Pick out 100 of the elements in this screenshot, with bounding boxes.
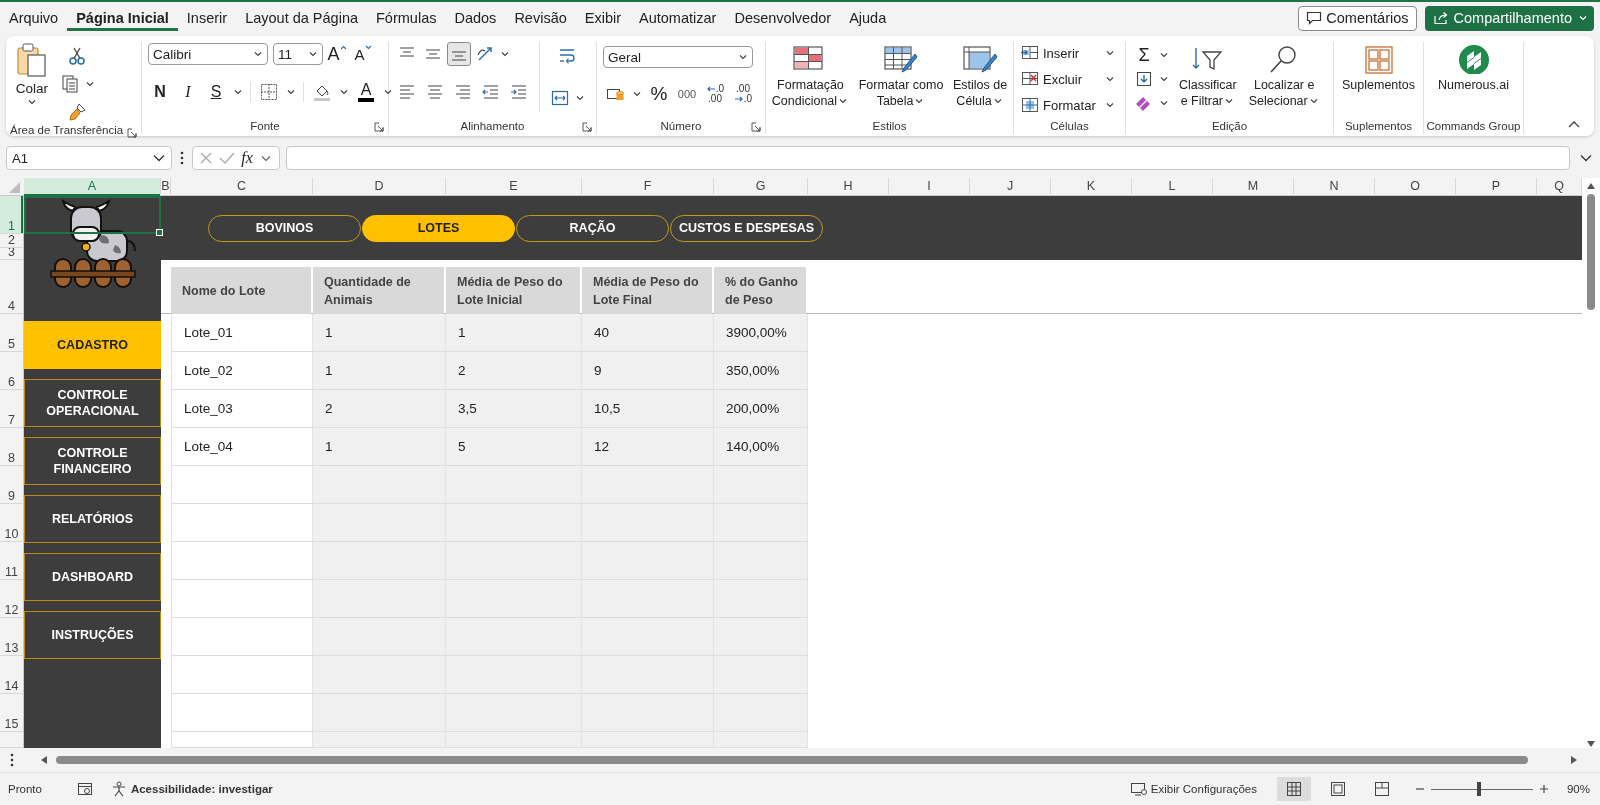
- percent-button[interactable]: %: [647, 82, 671, 106]
- menu-tab[interactable]: Página Inicial: [67, 5, 178, 31]
- macro-record-icon[interactable]: [76, 782, 93, 796]
- row-header[interactable]: 1: [0, 196, 24, 234]
- side-menu-button[interactable]: DASHBOARD: [24, 553, 161, 601]
- insert-function-button[interactable]: fx: [241, 149, 253, 167]
- caret-icon[interactable]: [1106, 76, 1114, 82]
- insert-button[interactable]: Inserir: [1020, 42, 1080, 64]
- zoom-in-icon[interactable]: [1538, 784, 1549, 794]
- side-menu-button[interactable]: INSTRUÇÕES: [24, 611, 161, 659]
- caret-icon[interactable]: [1160, 100, 1168, 106]
- caret-icon[interactable]: [153, 154, 165, 162]
- delete-button[interactable]: Excluir: [1020, 68, 1082, 90]
- row-header[interactable]: 9: [0, 466, 24, 504]
- font-name-field[interactable]: Calibri: [148, 43, 268, 65]
- expand-formula-icon[interactable]: [1580, 154, 1592, 162]
- decrease-font-button[interactable]: A: [351, 42, 375, 66]
- row-header[interactable]: 3: [0, 248, 24, 260]
- slider-thumb[interactable]: [1476, 782, 1481, 796]
- paste-button[interactable]: Colar: [12, 42, 52, 105]
- caret-icon[interactable]: [633, 91, 641, 97]
- nav-tab[interactable]: LOTES: [362, 214, 515, 242]
- caret-icon[interactable]: [86, 81, 94, 87]
- collapse-ribbon-icon[interactable]: [1568, 120, 1580, 128]
- sort-filter-button[interactable]: Classificar e Filtrar: [1176, 42, 1240, 109]
- share-button[interactable]: Compartilhamento: [1424, 5, 1594, 31]
- scrollbar-thumb[interactable]: [1587, 194, 1595, 310]
- menu-tab[interactable]: Arquivo: [0, 5, 68, 31]
- format-as-table-button[interactable]: Formatar como Tabela: [855, 42, 947, 109]
- number-format-field[interactable]: Geral: [603, 46, 753, 68]
- accessibility-button[interactable]: Acessibilidade: investigar: [110, 781, 273, 797]
- caret-icon[interactable]: [1106, 50, 1114, 56]
- side-menu-button[interactable]: RELATÓRIOS: [24, 495, 161, 543]
- caret-icon[interactable]: [384, 89, 392, 95]
- formula-input[interactable]: [286, 146, 1570, 170]
- side-menu-button[interactable]: CONTROLE OPERACIONAL: [24, 379, 161, 427]
- menu-tab[interactable]: Exibir: [575, 5, 631, 31]
- dialog-launcher-icon[interactable]: [374, 122, 384, 132]
- row-header[interactable]: 10: [0, 504, 24, 542]
- caret-icon[interactable]: [501, 51, 509, 57]
- autosum-button[interactable]: Σ: [1132, 44, 1156, 66]
- scroll-up-icon[interactable]: [1586, 182, 1596, 190]
- bold-button[interactable]: N: [148, 80, 172, 104]
- row-header[interactable]: 4: [0, 260, 24, 314]
- row-header[interactable]: 6: [0, 352, 24, 390]
- find-select-button[interactable]: Localizar e Selecionar: [1245, 42, 1323, 109]
- row-header[interactable]: 13: [0, 618, 24, 656]
- more-options-icon[interactable]: [10, 753, 14, 767]
- caret-icon[interactable]: [1160, 76, 1168, 82]
- row-header[interactable]: 15: [0, 694, 24, 732]
- row-header[interactable]: 8: [0, 428, 24, 466]
- italic-button[interactable]: I: [176, 80, 200, 104]
- name-box[interactable]: A1: [6, 146, 172, 170]
- row-header[interactable]: 5: [0, 314, 24, 352]
- more-options-icon[interactable]: [180, 151, 184, 165]
- underline-button[interactable]: S: [204, 80, 228, 104]
- menu-tab[interactable]: Fórmulas: [367, 5, 446, 31]
- dialog-launcher-icon[interactable]: [751, 122, 761, 132]
- numerous-button[interactable]: Numerous.ai: [1435, 42, 1512, 93]
- menu-tab[interactable]: Desenvolvedor: [725, 5, 841, 31]
- column-header[interactable]: A: [24, 178, 161, 196]
- caret-icon[interactable]: [234, 89, 242, 95]
- comments-button[interactable]: Comentários: [1298, 5, 1417, 31]
- scroll-right-icon[interactable]: [1570, 755, 1578, 765]
- font-color-button[interactable]: A: [354, 80, 378, 104]
- caret-icon[interactable]: [340, 89, 348, 95]
- checkmark-icon[interactable]: [219, 151, 236, 165]
- zoom-level[interactable]: 90%: [1566, 783, 1590, 795]
- scrollbar-thumb[interactable]: [56, 756, 1528, 764]
- cell-styles-button[interactable]: Estilos de Célula: [950, 42, 1011, 109]
- normal-view-button[interactable]: [1276, 777, 1311, 801]
- row-header[interactable]: 11: [0, 542, 24, 580]
- menu-tab[interactable]: Revisão: [505, 5, 576, 31]
- caret-icon[interactable]: [260, 154, 271, 162]
- menu-tab[interactable]: Inserir: [177, 5, 237, 31]
- side-menu-button[interactable]: CONTROLE FINANCEIRO: [24, 437, 161, 485]
- thousands-button[interactable]: 000: [675, 82, 699, 106]
- row-header[interactable]: 7: [0, 390, 24, 428]
- dialog-launcher-icon[interactable]: [127, 128, 137, 138]
- scroll-left-icon[interactable]: [40, 755, 48, 765]
- row-header[interactable]: 2: [0, 234, 24, 248]
- menu-tab[interactable]: Automatizar: [630, 5, 726, 31]
- row-header[interactable]: 14: [0, 656, 24, 694]
- dialog-launcher-icon[interactable]: [582, 122, 592, 132]
- side-menu-button[interactable]: CADASTRO: [24, 321, 161, 369]
- display-settings-button[interactable]: Exibir Configurações: [1129, 782, 1257, 796]
- menu-tab[interactable]: Dados: [445, 5, 506, 31]
- increase-font-button[interactable]: A: [325, 42, 349, 66]
- format-button[interactable]: Formatar: [1020, 94, 1096, 116]
- row-header[interactable]: 12: [0, 580, 24, 618]
- caret-icon[interactable]: [576, 95, 584, 101]
- caret-icon[interactable]: [1160, 52, 1168, 58]
- menu-tab[interactable]: Ajuda: [840, 5, 896, 31]
- add-ins-button[interactable]: Suplementos: [1339, 42, 1418, 93]
- font-size-field[interactable]: 11: [273, 43, 323, 65]
- caret-icon[interactable]: [287, 89, 295, 95]
- increase-decimal-button[interactable]: .0 .00: [703, 82, 727, 106]
- conditional-format-button[interactable]: Formatação Condicional: [768, 42, 853, 109]
- menu-tab[interactable]: Layout da Página: [236, 5, 367, 31]
- bottom-align-button[interactable]: [447, 42, 471, 66]
